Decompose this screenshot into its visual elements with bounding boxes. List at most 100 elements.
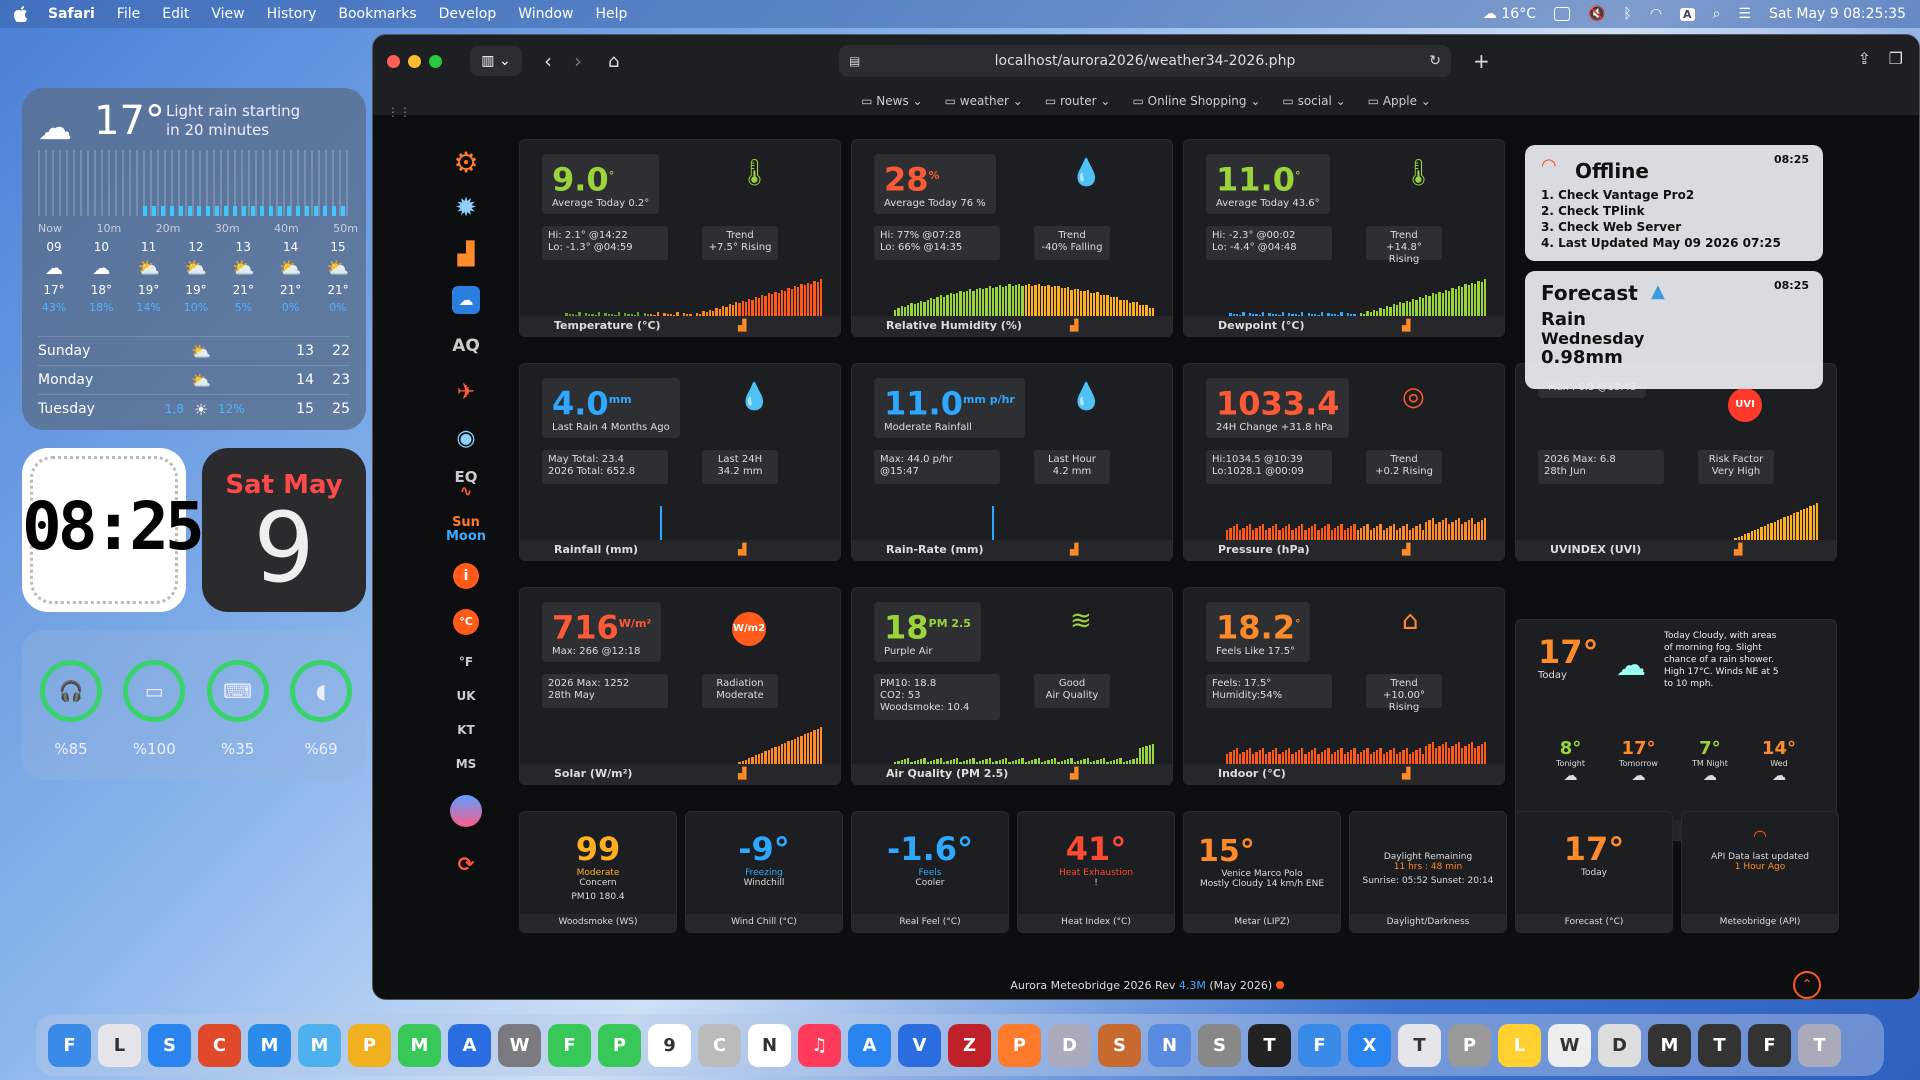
dock-app-icon[interactable]: T — [1248, 1023, 1291, 1067]
rate-card[interactable]: 11.0mm p/hr Moderate Rainfall 💧 Max: 44.0 p… — [851, 363, 1173, 561]
wifi-icon[interactable]: ◠ — [1650, 6, 1662, 22]
home-icon[interactable]: ⌂ — [608, 51, 619, 72]
nav-sunmoon[interactable]: Sun Moon — [431, 507, 501, 553]
rain-card[interactable]: 4.0mm Last Rain 4 Months Ago 💧 May Total: 2… — [519, 363, 841, 561]
dock-app-icon[interactable]: C — [198, 1023, 241, 1067]
battery-widget[interactable]: 🎧 %85 ▭ %100 ⌨ %35 ◖ %69 — [22, 630, 366, 780]
chart-icon[interactable]: ▟ — [1402, 767, 1410, 780]
clock-widget[interactable]: 08:25 — [22, 448, 205, 612]
dock-app-icon[interactable]: D — [1048, 1023, 1091, 1067]
dock-app-icon[interactable]: S — [148, 1023, 191, 1067]
offline-notification[interactable]: ◠ Offline 08:25 1. Check Vantage Pro2 2.… — [1525, 145, 1823, 261]
solar-card[interactable]: 716W/m² Max: 266 @12:18 W/m2 2026 Max: 1252… — [519, 587, 841, 785]
forecast-notification[interactable]: Forecast ▲ 08:25 Rain Wednesday 0.98mm — [1525, 271, 1823, 389]
indoor-card[interactable]: 18.2° Feels Like 17.5° ⌂ Feels: 17.5° Humidi… — [1183, 587, 1505, 785]
dock-app-icon[interactable]: M — [1648, 1023, 1691, 1067]
dock-app-icon[interactable]: W — [498, 1023, 541, 1067]
nav-kt[interactable]: KT — [431, 713, 501, 747]
dock-app-icon[interactable]: A — [448, 1023, 491, 1067]
dock-app-icon[interactable]: F — [548, 1023, 591, 1067]
nav-fahrenheit[interactable]: °F — [431, 645, 501, 679]
chart-icon[interactable]: ▟ — [1070, 543, 1078, 556]
aq-card[interactable]: 18PM 2.5 Purple Air ≋ PM10: 18.8 CO2: 53 Wood… — [851, 587, 1173, 785]
chart-icon[interactable]: ▟ — [1734, 543, 1742, 556]
back-icon[interactable]: ‹ — [544, 49, 552, 73]
webcam-icon[interactable]: ◉ — [431, 415, 501, 461]
uv-card[interactable]: Max : 6.3 @13:43UVI2026 Max: 6.828th Jun… — [1515, 363, 1837, 561]
reload-icon[interactable]: ↻ — [1429, 53, 1441, 69]
apple-logo-icon[interactable] — [13, 6, 28, 23]
chart-icon[interactable]: ▟ — [738, 543, 746, 556]
sidebar-toggle-icon[interactable]: ▥ ⌄ — [470, 46, 522, 76]
dock-app-icon[interactable]: L — [98, 1023, 141, 1067]
hum-card[interactable]: 28% Average Today 76 % 💧 Hi: 77% @07:28 Lo: … — [851, 139, 1173, 337]
dock-app-icon[interactable]: F — [1298, 1023, 1341, 1067]
bluetooth-icon[interactable]: ᛒ — [1623, 6, 1631, 22]
dock-app-icon[interactable]: C — [698, 1023, 741, 1067]
dock-app-icon[interactable]: N — [1148, 1023, 1191, 1067]
pres-card[interactable]: 1033.4 24H Change +31.8 hPa ◎ Hi:1034.5 @10… — [1183, 363, 1505, 561]
menu-history[interactable]: History — [267, 6, 317, 22]
dock-app-icon[interactable]: M — [298, 1023, 341, 1067]
scroll-top-button[interactable]: ⌃ — [1793, 971, 1821, 999]
dock-app-icon[interactable]: M — [248, 1023, 291, 1067]
dock-app-icon[interactable]: N — [748, 1023, 791, 1067]
dock-app-icon[interactable]: ♫ — [798, 1023, 841, 1067]
small-card-0[interactable]: 99 Moderate Concern PM10 180.4 Woodsmoke (WS… — [519, 811, 677, 933]
menubar-weather[interactable]: ☁ 16°C — [1483, 6, 1536, 22]
dock-app-icon[interactable]: A — [848, 1023, 891, 1067]
dock-app-icon[interactable]: S — [1198, 1023, 1241, 1067]
settings-gear-icon[interactable]: ⚙ — [431, 139, 501, 185]
bookmark-router[interactable]: ▭ router ⌄ — [1045, 94, 1111, 108]
display-icon[interactable] — [1553, 7, 1570, 21]
dock-app-icon[interactable]: M — [398, 1023, 441, 1067]
bookmark-weather[interactable]: ▭ weather ⌄ — [945, 94, 1023, 108]
chart-icon[interactable]: ▟ — [738, 767, 746, 780]
new-tab-icon[interactable]: + — [1473, 49, 1490, 73]
dock-app-icon[interactable]: L — [1498, 1023, 1541, 1067]
tabs-overview-icon[interactable]: ❐ — [1889, 49, 1903, 68]
small-card-1[interactable]: -9° Freezing Windchill Wind Chill (°C) — [685, 811, 843, 933]
dock-app-icon[interactable]: T — [1398, 1023, 1441, 1067]
temp-card[interactable]: 9.0° Average Today 0.2° 🌡 Hi: 2.1° @14:22 Lo… — [519, 139, 841, 337]
small-card-4[interactable]: 15° Venice Marco Polo Mostly Cloudy 14 km/… — [1183, 811, 1341, 933]
dock-app-icon[interactable]: T — [1698, 1023, 1741, 1067]
dock-app-icon[interactable]: W — [1548, 1023, 1591, 1067]
menu-develop[interactable]: Develop — [439, 6, 497, 22]
small-card-7[interactable]: ◠ API Data last updated 1 Hour Ago Meteobri… — [1681, 811, 1839, 933]
dock-app-icon[interactable]: 9 — [648, 1023, 691, 1067]
forecast-card[interactable]: 17° Today ☁ Today Cloudy, with areas of m… — [1515, 619, 1837, 841]
mute-icon[interactable]: 🔇 — [1588, 6, 1605, 22]
menu-window[interactable]: Window — [518, 6, 573, 22]
small-card-5[interactable]: Daylight Remaining 11 hrs : 48 min Sunrise… — [1349, 811, 1507, 933]
chart-icon[interactable]: ▟ — [1402, 319, 1410, 332]
small-card-3[interactable]: 41° Heat Exhaustion! Heat Index (°C) — [1017, 811, 1175, 933]
menu-file[interactable]: File — [117, 6, 140, 22]
nav-uk[interactable]: UK — [431, 679, 501, 713]
dock-app-icon[interactable]: D — [1598, 1023, 1641, 1067]
chart-icon[interactable]: ▟ — [1402, 543, 1410, 556]
menubar-clock[interactable]: Sat May 9 08:25:35 — [1769, 6, 1906, 22]
zoom-window-button[interactable] — [429, 54, 442, 68]
dock-app-icon[interactable]: X — [1348, 1023, 1391, 1067]
dock-app-icon[interactable]: P — [1448, 1023, 1491, 1067]
charts-icon[interactable]: ▟ — [431, 231, 501, 277]
grid-icon[interactable]: ⋮⋮ — [387, 105, 411, 119]
dock-app-icon[interactable]: P — [998, 1023, 1041, 1067]
dock-app-icon[interactable]: V — [898, 1023, 941, 1067]
dock-app-icon[interactable]: F — [48, 1023, 91, 1067]
bookmark-social[interactable]: ▭ social ⌄ — [1282, 94, 1345, 108]
page-menu-icon[interactable]: ▤ — [849, 54, 860, 68]
menu-view[interactable]: View — [211, 6, 244, 22]
airport-icon[interactable]: ✈ — [431, 369, 501, 415]
keyboard-icon[interactable]: A — [1680, 7, 1695, 21]
minimize-window-button[interactable] — [408, 54, 421, 68]
menu-edit[interactable]: Edit — [162, 6, 189, 22]
dock-app-icon[interactable]: Z — [948, 1023, 991, 1067]
control-center-icon[interactable]: ☰ — [1738, 6, 1751, 22]
nav-ms[interactable]: MS — [431, 747, 501, 781]
menu-help[interactable]: Help — [595, 6, 627, 22]
chart-icon[interactable]: ▟ — [738, 319, 746, 332]
url-bar[interactable]: ▤ localhost/aurora2026/weather34-2026.ph… — [839, 45, 1451, 77]
nav-aq[interactable]: AQ — [431, 323, 501, 369]
